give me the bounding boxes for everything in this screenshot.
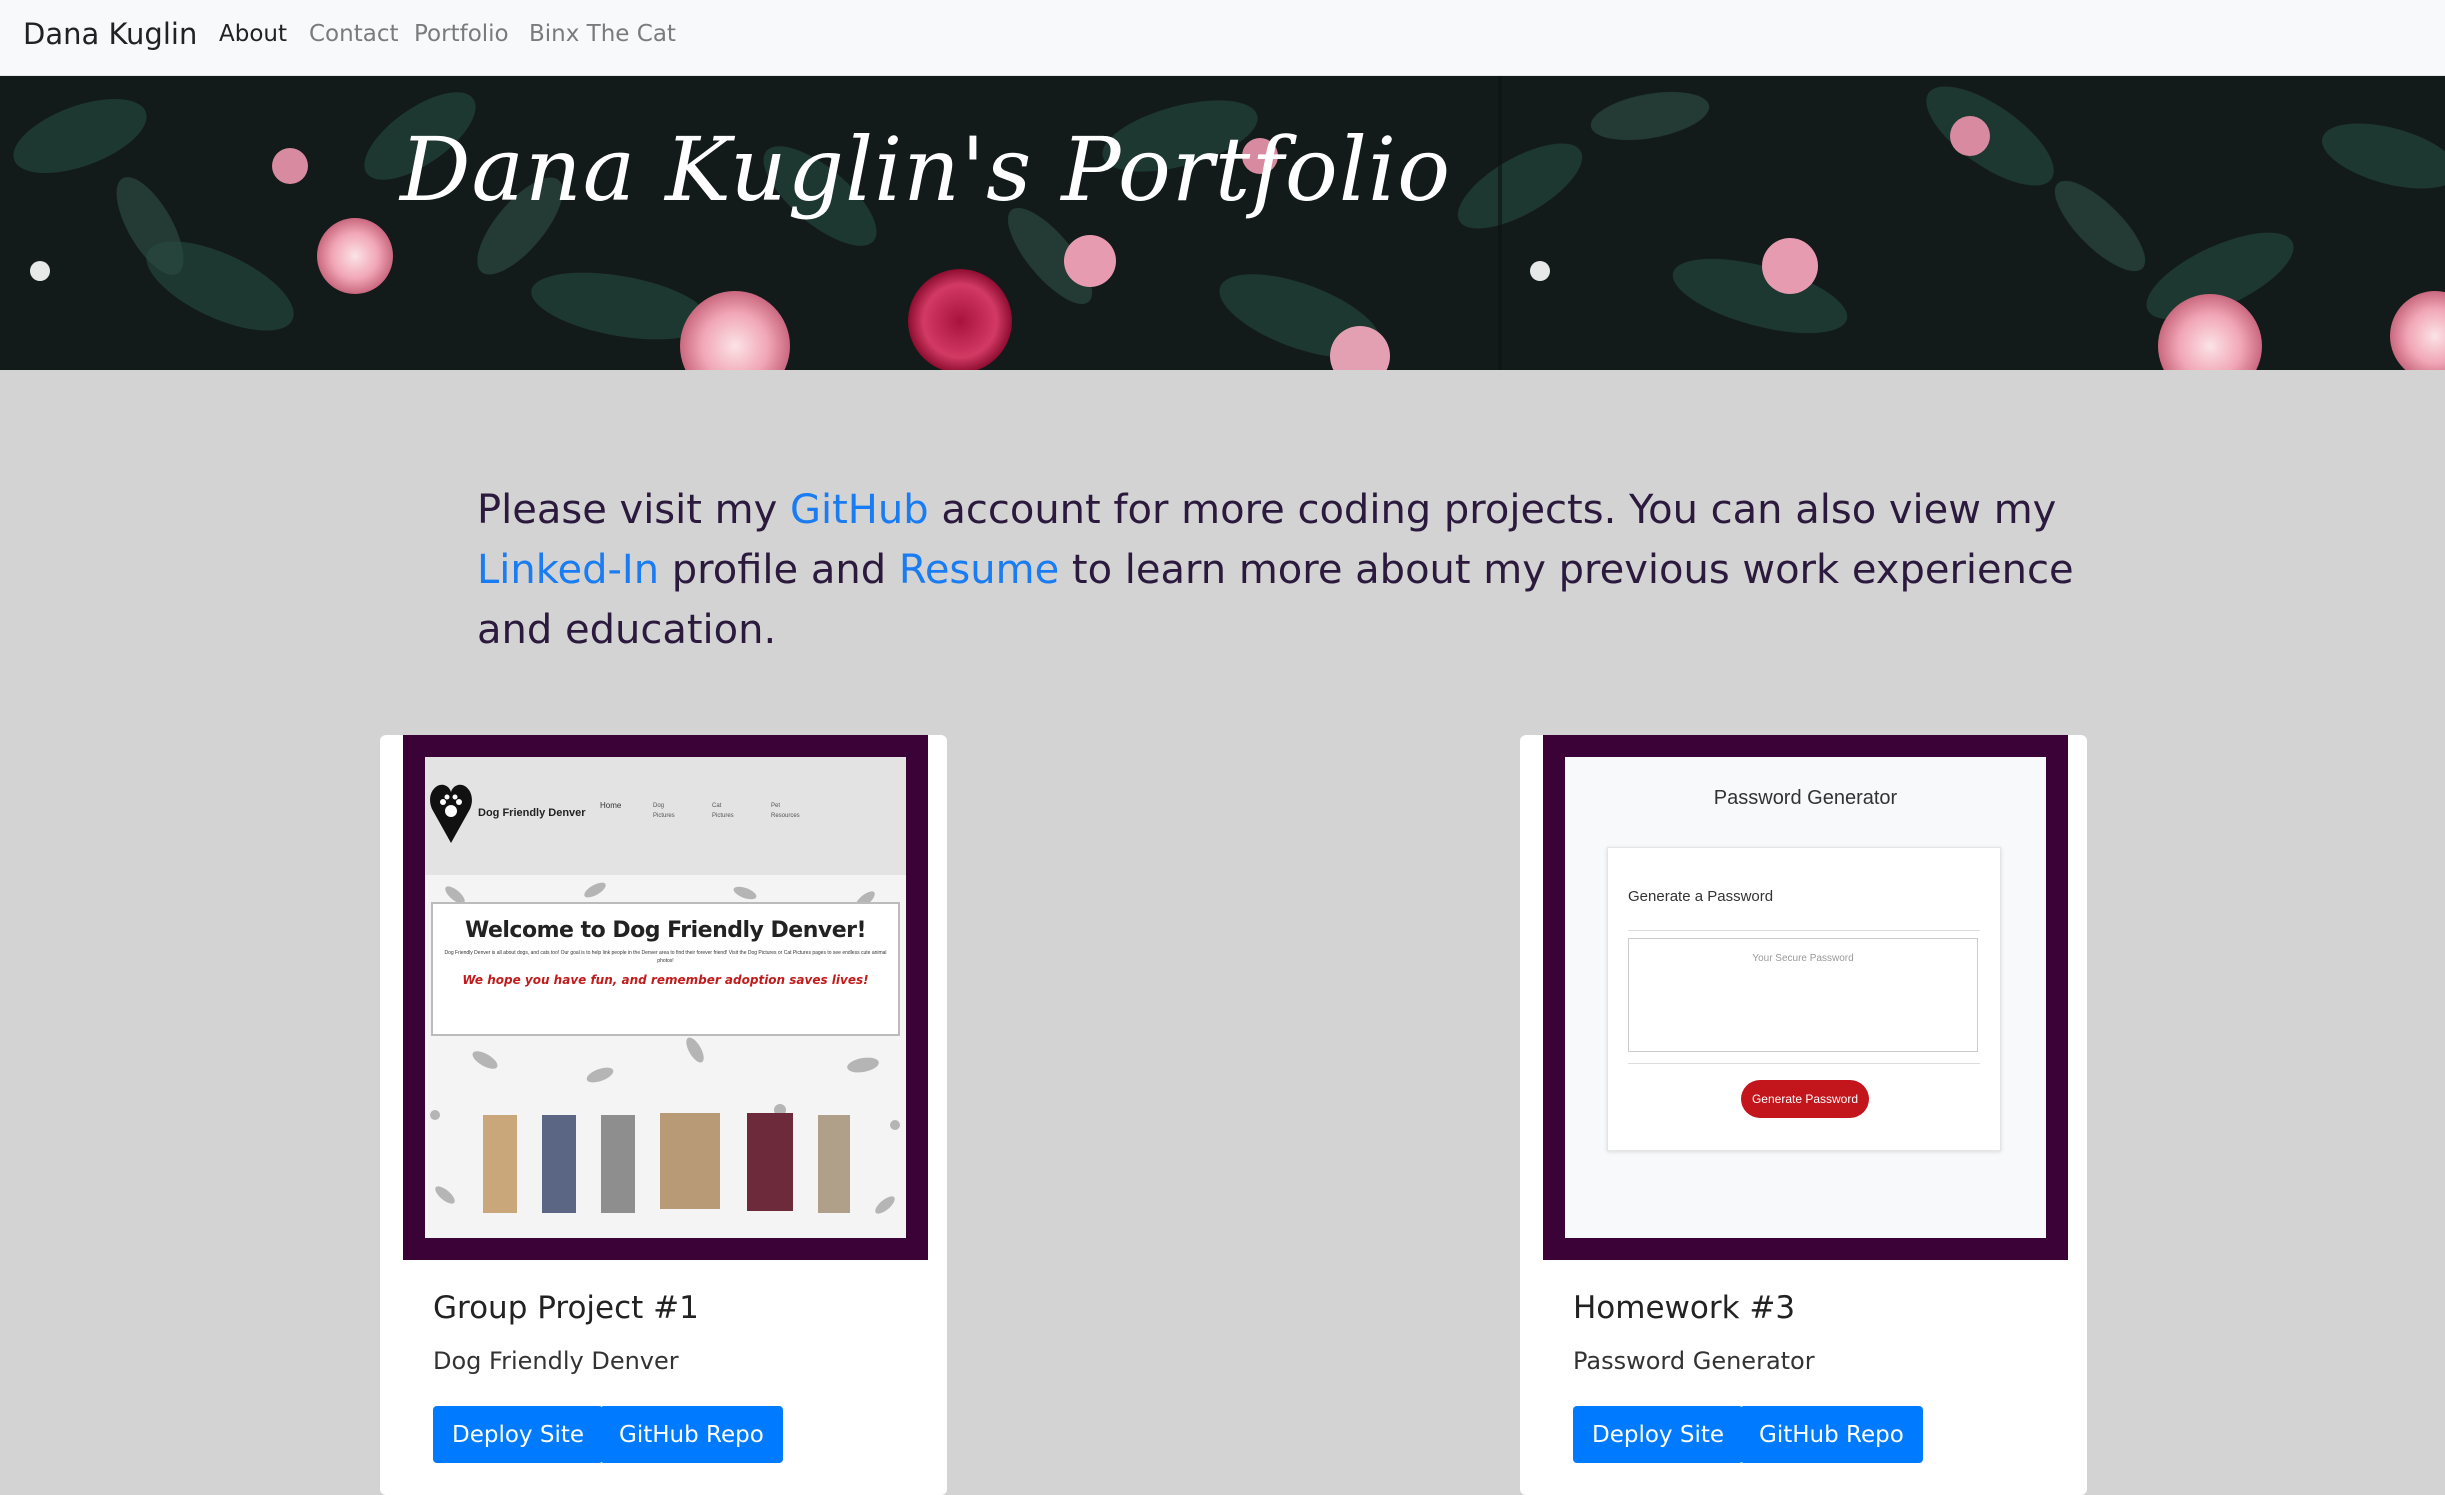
navbar-brand[interactable]: Dana Kuglin bbox=[23, 17, 197, 51]
linkedin-link[interactable]: Linked-In bbox=[477, 547, 659, 593]
screenshot-divider bbox=[1628, 930, 1980, 931]
pet-photo bbox=[483, 1115, 517, 1213]
pet-photo bbox=[542, 1115, 576, 1213]
project-image-frame[interactable]: Dog Friendly Denver Home Dog Pictures Ca… bbox=[403, 735, 928, 1260]
page-title: Dana Kuglin's Portfolio bbox=[400, 118, 1452, 221]
deploy-site-button[interactable]: Deploy Site bbox=[433, 1406, 604, 1463]
dog-friendly-denver-screenshot: Dog Friendly Denver Home Dog Pictures Ca… bbox=[425, 757, 906, 1238]
pet-photo bbox=[747, 1113, 793, 1211]
screenshot-welcome-heading: Welcome to Dog Friendly Denver! bbox=[464, 918, 867, 943]
screenshot-welcome-box: Welcome to Dog Friendly Denver! Dog Frie… bbox=[431, 902, 900, 1036]
nav-link-binx-the-cat[interactable]: Binx The Cat bbox=[529, 21, 676, 47]
screenshot-nav-resources: Pet Resources bbox=[771, 803, 800, 819]
project-title: Homework #3 bbox=[1573, 1290, 1796, 1326]
screenshot-nav-home: Home bbox=[600, 801, 622, 810]
screenshot-welcome-body: Dog Friendly Denver is all about dogs, a… bbox=[444, 950, 887, 964]
pet-photo bbox=[660, 1113, 720, 1209]
screenshot-nav-dog: Dog Pictures bbox=[653, 803, 675, 819]
project-card-group-project-1: Dog Friendly Denver Home Dog Pictures Ca… bbox=[380, 735, 947, 1495]
intro-text: profile and bbox=[659, 547, 899, 593]
screenshot-divider bbox=[1628, 1063, 1980, 1064]
screenshot-site-name: Dog Friendly Denver bbox=[478, 807, 586, 819]
project-card-homework-3: Password Generator Generate a Password Y… bbox=[1520, 735, 2087, 1495]
screenshot-pg-card-title: Generate a Password bbox=[1628, 888, 1774, 905]
screenshot-tagline: We hope you have fun, and remember adopt… bbox=[462, 973, 869, 987]
nav-link-about[interactable]: About bbox=[219, 21, 287, 47]
project-subtitle: Password Generator bbox=[1573, 1347, 1815, 1375]
intro-paragraph: Please visit my GitHub account for more … bbox=[477, 480, 2097, 660]
github-repo-button[interactable]: GitHub Repo bbox=[1740, 1406, 1923, 1463]
navbar: Dana Kuglin About Contact Portfolio Binx… bbox=[0, 0, 2445, 76]
screenshot-pg-button: Generate Password bbox=[1741, 1080, 1869, 1118]
project-title: Group Project #1 bbox=[433, 1290, 699, 1326]
screenshot-pg-heading: Password Generator bbox=[1713, 787, 1898, 809]
deploy-site-button[interactable]: Deploy Site bbox=[1573, 1406, 1744, 1463]
github-link[interactable]: GitHub bbox=[790, 487, 929, 533]
project-subtitle: Dog Friendly Denver bbox=[433, 1347, 679, 1375]
intro-text: account for more coding projects. You ca… bbox=[928, 487, 2057, 533]
screenshot-pg-card: Generate a Password Your Secure Password… bbox=[1607, 847, 2001, 1151]
pet-photo bbox=[601, 1115, 635, 1213]
intro-text: Please visit my bbox=[477, 487, 791, 533]
nav-link-portfolio[interactable]: Portfolio bbox=[414, 21, 509, 47]
pet-photo bbox=[818, 1115, 850, 1213]
resume-link[interactable]: Resume bbox=[899, 547, 1059, 593]
nav-link-contact[interactable]: Contact bbox=[309, 21, 398, 47]
screenshot-nav-cat: Cat Pictures bbox=[712, 803, 734, 819]
github-repo-button[interactable]: GitHub Repo bbox=[600, 1406, 783, 1463]
screenshot-pg-textarea: Your Secure Password bbox=[1628, 938, 1978, 1052]
hero-banner: Dana Kuglin's Portfolio bbox=[0, 76, 2445, 370]
project-image-frame[interactable]: Password Generator Generate a Password Y… bbox=[1543, 735, 2068, 1260]
password-generator-screenshot: Password Generator Generate a Password Y… bbox=[1565, 757, 2046, 1238]
heart-paw-logo-icon bbox=[430, 784, 472, 843]
